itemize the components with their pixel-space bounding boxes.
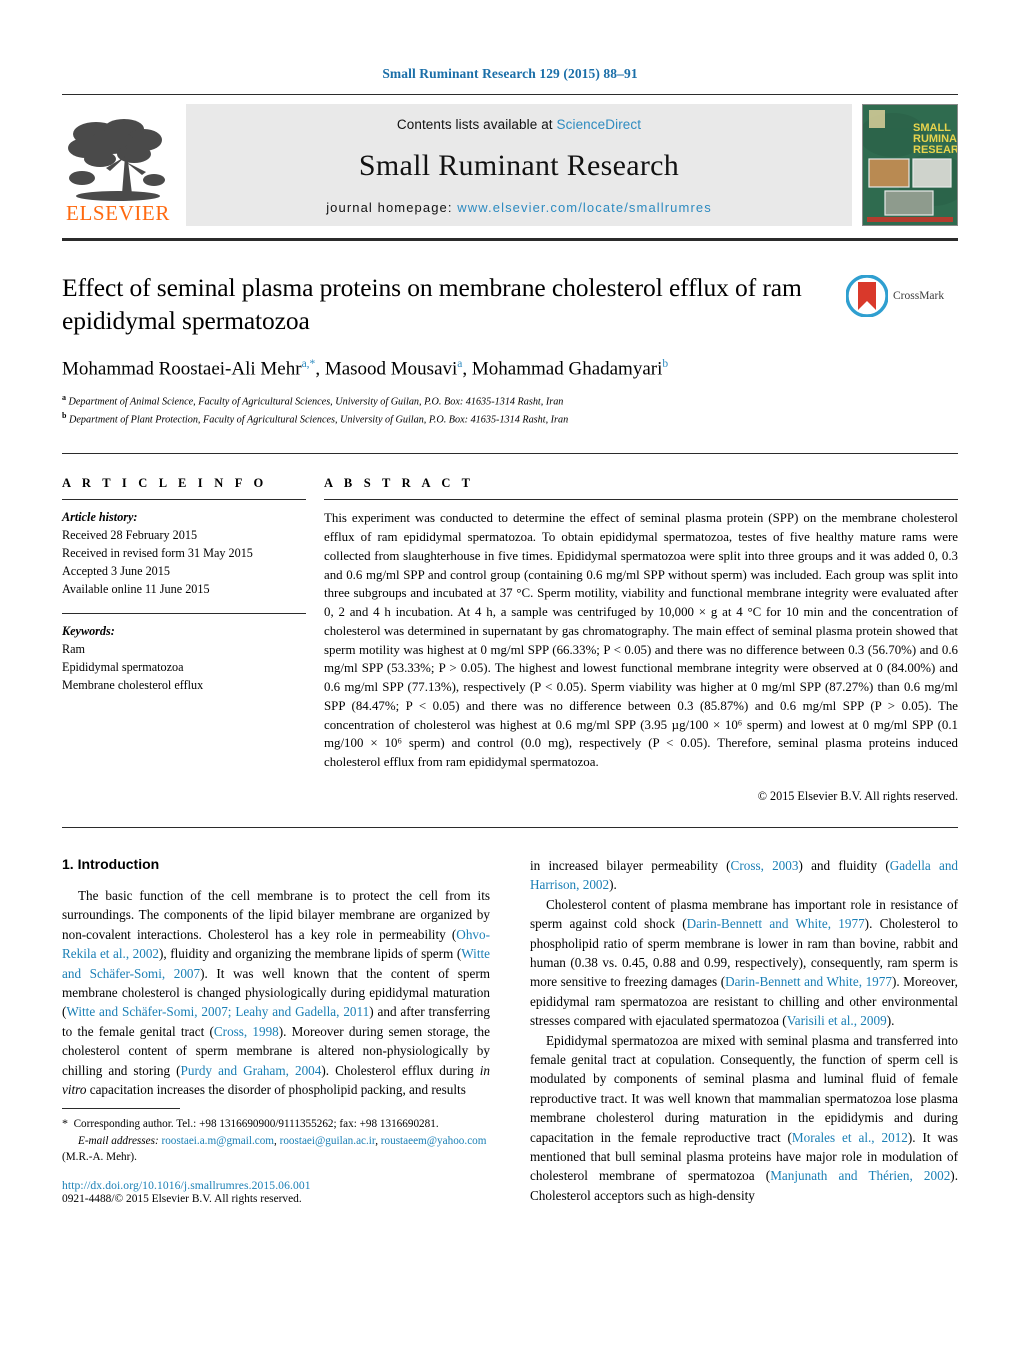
article-info-column: A R T I C L E I N F O Article history: R…	[62, 476, 324, 804]
journal-masthead: ELSEVIER Contents lists available at Sci…	[62, 104, 958, 226]
body-column-right: in increased bilayer permeability (Cross…	[530, 856, 958, 1205]
author-list: Mohammad Roostaei-Ali Mehra,*, Masood Mo…	[62, 358, 669, 380]
intro-paragraph-1: The basic function of the cell membrane …	[62, 887, 490, 1098]
contents-available-line: Contents lists available at ScienceDirec…	[397, 117, 641, 132]
affiliation-list: a Department of Animal Science, Faculty …	[62, 392, 832, 427]
abstract-column: A B S T R A C T This experiment was cond…	[324, 476, 958, 804]
doi-link[interactable]: http://dx.doi.org/10.1016/j.smallrumres.…	[62, 1179, 490, 1192]
journal-homepage-line: journal homepage: www.elsevier.com/locat…	[326, 200, 712, 215]
affiliation-text-b: Department of Plant Protection, Faculty …	[69, 414, 569, 426]
elsevier-logo: ELSEVIER	[62, 104, 174, 226]
introduction-heading: 1. Introduction	[62, 855, 160, 872]
crossmark-badge[interactable]: CrossMark	[846, 271, 958, 317]
body-column-left: 1. Introduction The basic function of th…	[62, 856, 490, 1205]
rule-under-abstract-heading	[324, 499, 958, 501]
affiliation-marker-a: a	[62, 393, 66, 403]
email-addresses-label: E-mail addresses:	[78, 1134, 159, 1147]
keyword-2: Membrane cholesterol efflux	[62, 677, 204, 692]
rule-under-running-head	[62, 94, 958, 95]
rule-under-abstract	[62, 826, 958, 828]
article-history-label: Article history:	[62, 510, 138, 525]
elsevier-tree-icon	[68, 119, 165, 201]
running-head: Small Ruminant Research 129 (2015) 88–91	[382, 66, 638, 81]
contents-prefix: Contents lists available at	[396, 117, 557, 132]
footnote-area: * Corresponding author. Tel.: +98 131669…	[62, 1108, 490, 1205]
corresponding-author-note: * Corresponding author. Tel.: +98 131669…	[62, 1116, 439, 1131]
email-note: E-mail addresses: roostaei.a.m@gmail.com…	[62, 1133, 490, 1166]
rule-under-article-info-heading	[62, 499, 306, 501]
rule-between-history-and-keywords	[62, 612, 306, 614]
affiliation-marker-b: b	[62, 410, 67, 420]
abstract-copyright: © 2015 Elsevier B.V. All rights reserved…	[757, 788, 958, 803]
article-info-heading: A R T I C L E I N F O	[62, 476, 268, 491]
footnote-rule	[62, 1108, 180, 1110]
affiliation-b: b Department of Plant Protection, Facult…	[62, 410, 832, 427]
keywords-label: Keywords:	[62, 623, 115, 638]
journal-title: Small Ruminant Research	[358, 149, 680, 182]
intro-paragraph-3: Epididymal spermatozoa are mixed with se…	[530, 1032, 958, 1203]
history-item-0: Received 28 February 2015	[62, 528, 198, 543]
page-title: Effect of seminal plasma proteins on mem…	[62, 273, 802, 336]
elsevier-wordmark: ELSEVIER	[66, 201, 170, 225]
article-page: Small Ruminant Research 129 (2015) 88–91	[0, 0, 1020, 1351]
affiliation-a: a Department of Animal Science, Faculty …	[62, 392, 832, 409]
intro-paragraph-2: Cholesterol content of plasma membrane h…	[530, 896, 959, 1029]
history-item-3: Available online 11 June 2015	[62, 582, 210, 597]
journal-banner: Contents lists available at ScienceDirec…	[186, 104, 852, 226]
article-history: Article history: Received 28 February 20…	[62, 509, 306, 599]
issn-copyright-line: 0921-4488/© 2015 Elsevier B.V. All right…	[62, 1193, 302, 1206]
journal-cover-thumbnail: SMALL RUMINANT RESEARCH	[862, 104, 958, 226]
title-block: Effect of seminal plasma proteins on mem…	[62, 271, 958, 427]
abstract-text: This experiment was conducted to determi…	[324, 511, 958, 770]
keyword-1: Epididymal spermatozoa	[62, 659, 184, 674]
homepage-prefix: journal homepage:	[326, 200, 458, 215]
affiliation-text-a: Department of Animal Science, Faculty of…	[68, 396, 564, 408]
svg-text:RESEARCH: RESEARCH	[913, 144, 957, 156]
doi-block: http://dx.doi.org/10.1016/j.smallrumres.…	[62, 1179, 490, 1205]
crossmark-label: CrossMark	[893, 290, 945, 302]
rule-under-masthead	[62, 238, 958, 241]
journal-homepage-link[interactable]: www.elsevier.com/locate/smallrumres	[457, 200, 712, 215]
keyword-0: Ram	[62, 641, 86, 656]
sciencedirect-link[interactable]: ScienceDirect	[557, 117, 642, 132]
title-and-authors: Effect of seminal plasma proteins on mem…	[62, 271, 846, 427]
rule-under-title-block	[62, 453, 958, 455]
crossmark-icon	[846, 275, 888, 317]
keywords-block: Keywords: Ram Epididymal spermatozoa Mem…	[62, 623, 306, 695]
history-item-1: Received in revised form 31 May 2015	[62, 546, 253, 561]
intro-paragraph-1-continuation: in increased bilayer permeability (Cross…	[530, 857, 959, 893]
history-item-2: Accepted 3 June 2015	[62, 564, 170, 579]
journal-cover-art: SMALL RUMINANT RESEARCH	[863, 105, 957, 225]
body-columns: 1. Introduction The basic function of th…	[62, 856, 958, 1205]
info-abstract-section: A R T I C L E I N F O Article history: R…	[62, 476, 958, 804]
abstract-heading: A B S T R A C T	[324, 476, 475, 491]
